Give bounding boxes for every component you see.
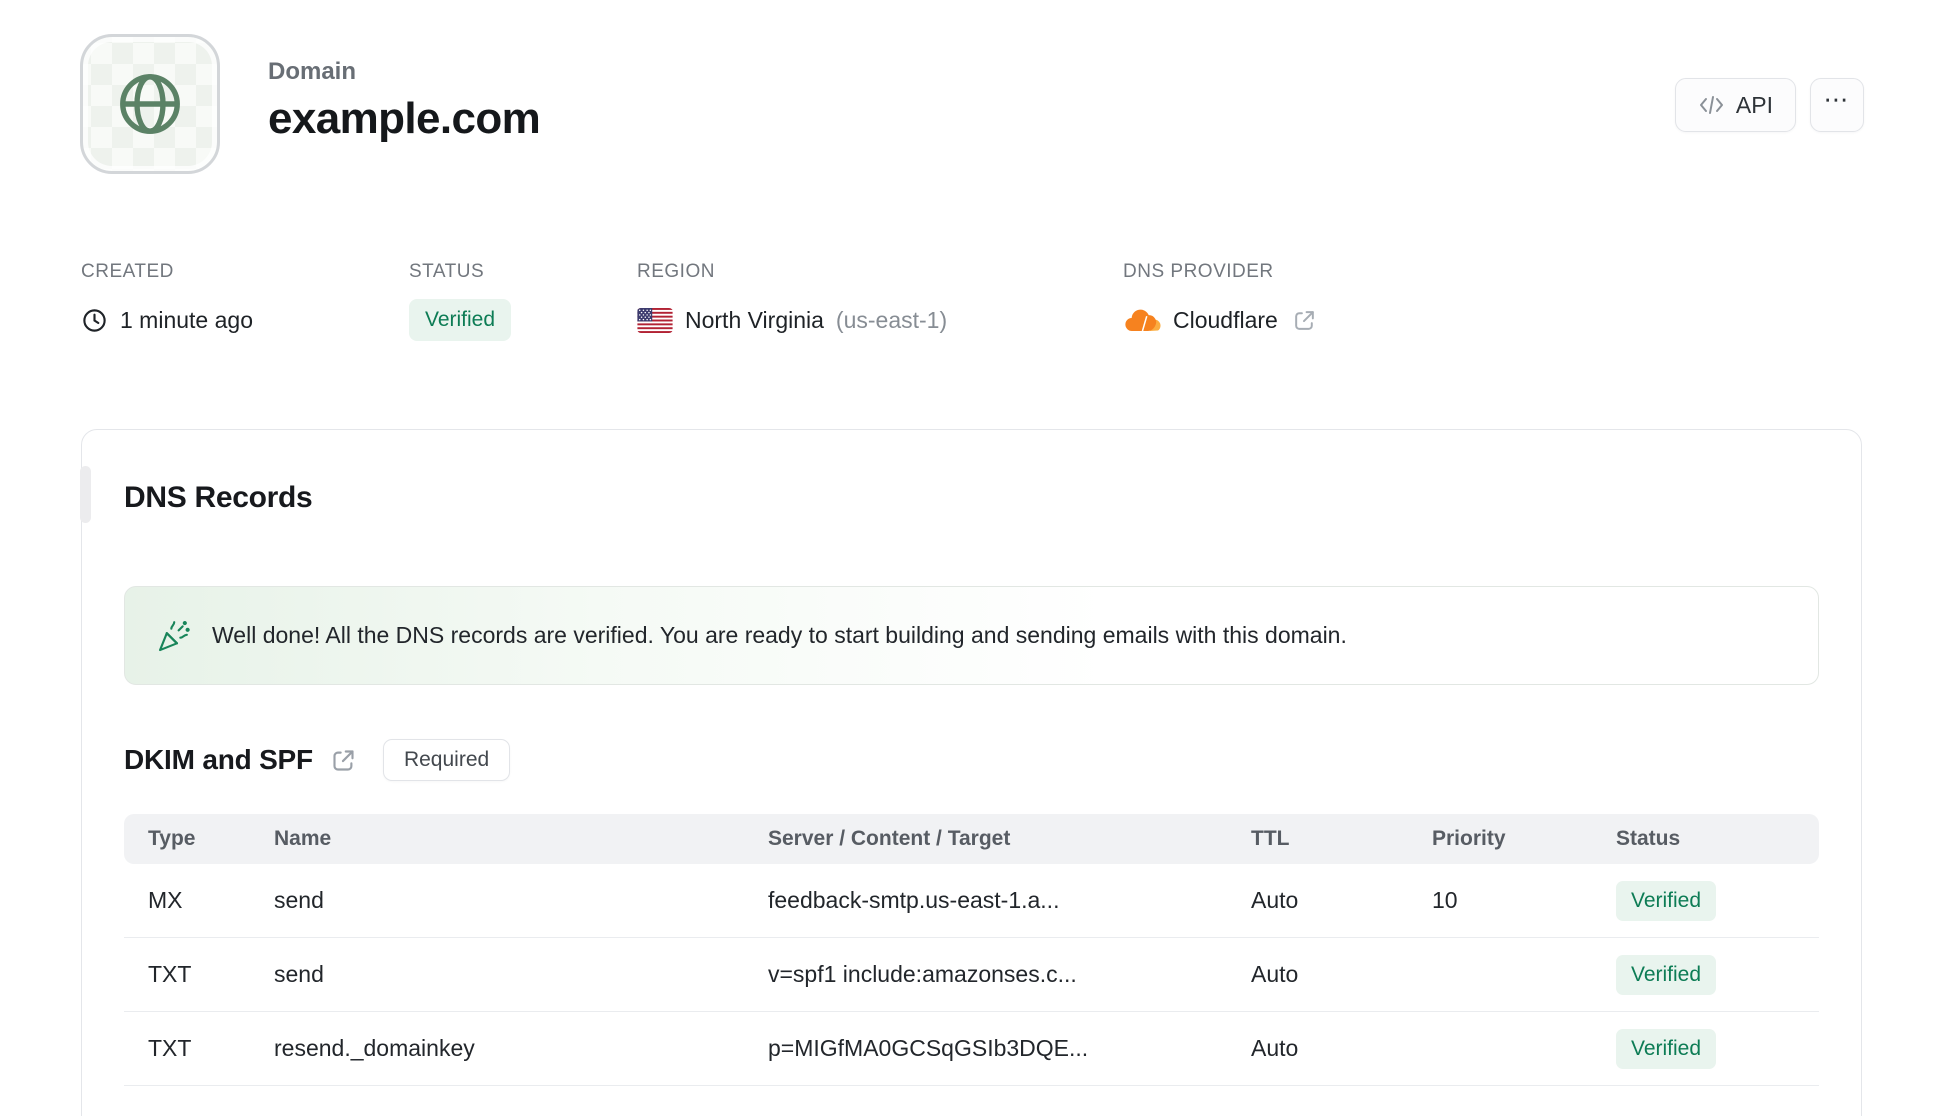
success-banner-message: Well done! All the DNS records are verif… [212,622,1347,648]
cell-name: send [274,887,324,913]
cell-type: MX [148,887,183,913]
domain-detail-page: Domain example.com API ⋯ CREATED 1 minut… [0,0,1944,1116]
domain-avatar [80,34,220,174]
cell-status: Verified [1616,954,1819,995]
col-header-name: Name [274,827,332,850]
dns-table-header: Type Name Server / Content / Target TTL … [124,814,1819,864]
status-badge: Verified [409,299,512,341]
cloudflare-external-link-icon[interactable] [1292,308,1317,333]
dkim-spf-section-header: DKIM and SPF Required [124,738,1819,782]
status-label: STATUS [409,261,485,282]
code-icon [1698,94,1725,116]
status-badge: Verified [1616,954,1717,995]
dns-records-table: Type Name Server / Content / Target TTL … [124,814,1819,1086]
api-button[interactable]: API [1674,78,1796,132]
col-header-status: Status [1616,827,1681,850]
cell-status: Verified [1616,880,1819,921]
cell-ttl: Auto [1251,887,1299,913]
dkim-spf-title: DKIM and SPF [124,744,313,775]
dns-provider-value: Cloudflare [1173,306,1278,333]
region-code: (us-east-1) [835,306,948,333]
meta-dns-provider: DNS PROVIDER Cloudflare [1123,260,1317,342]
domain-meta-row: CREATED 1 minute ago STATUS Verified REG… [81,260,1781,342]
card-scroll-pill [80,466,91,523]
created-value: 1 minute ago [120,306,253,333]
status-badge: Verified [1616,1028,1717,1069]
status-badge: Verified [1616,880,1717,921]
dns-records-title: DNS Records [124,481,313,514]
table-row: TXT resend._domainkey p=MIGfMA0GCSqGSIb3DQ… [124,1012,1819,1086]
cell-ttl: Auto [1251,1035,1299,1061]
region-value: North Virginia [685,306,824,333]
cell-name: resend._domainkey [274,1035,475,1061]
cloudflare-icon [1123,307,1161,334]
cell-content: p=MIGfMA0GCSqGSIb3DQE... [768,1035,1089,1061]
clock-icon [81,307,108,334]
dkim-external-link-icon[interactable] [330,747,357,774]
page-heading-group: Domain example.com [268,58,541,145]
success-banner: Well done! All the DNS records are verif… [124,586,1819,685]
col-header-ttl: TTL [1251,827,1290,850]
cell-type: TXT [148,1035,192,1061]
col-header-priority: Priority [1432,827,1506,850]
region-label: REGION [637,261,715,282]
globe-icon [112,66,188,142]
dns-provider-label: DNS PROVIDER [1123,261,1274,282]
api-button-label: API [1735,91,1773,118]
dns-table-body: MX send feedback-smtp.us-east-1.a... Auto 10… [124,864,1819,1086]
dns-records-card: DNS Records Well done! All the DNS recor… [80,429,1862,1116]
cell-content: v=spf1 include:amazonses.c... [768,961,1077,987]
table-row: MX send feedback-smtp.us-east-1.a... Auto 10… [124,864,1819,938]
header-actions: API ⋯ [1674,78,1864,132]
col-header-content: Server / Content / Target [768,827,1011,850]
meta-created: CREATED 1 minute ago [81,260,253,342]
meta-region: REGION North Virginia (us-east-1) [637,260,947,342]
party-popper-icon [155,618,191,654]
cell-type: TXT [148,961,192,987]
cell-priority: 10 [1432,887,1458,913]
cell-ttl: Auto [1251,961,1299,987]
us-flag-icon [637,307,673,333]
required-badge: Required [382,739,511,781]
created-label: CREATED [81,261,174,282]
page-title: example.com [268,94,541,143]
cell-status: Verified [1616,1028,1819,1069]
cell-content: feedback-smtp.us-east-1.a... [768,887,1060,913]
table-row: TXT send v=spf1 include:amazonses.c... Auto… [124,938,1819,1012]
col-header-type: Type [148,827,196,850]
meta-status: STATUS Verified [409,260,512,342]
cell-name: send [274,961,324,987]
more-button[interactable]: ⋯ [1810,78,1864,132]
ellipsis-icon: ⋯ [1823,86,1851,114]
page-eyebrow: Domain [268,58,357,85]
